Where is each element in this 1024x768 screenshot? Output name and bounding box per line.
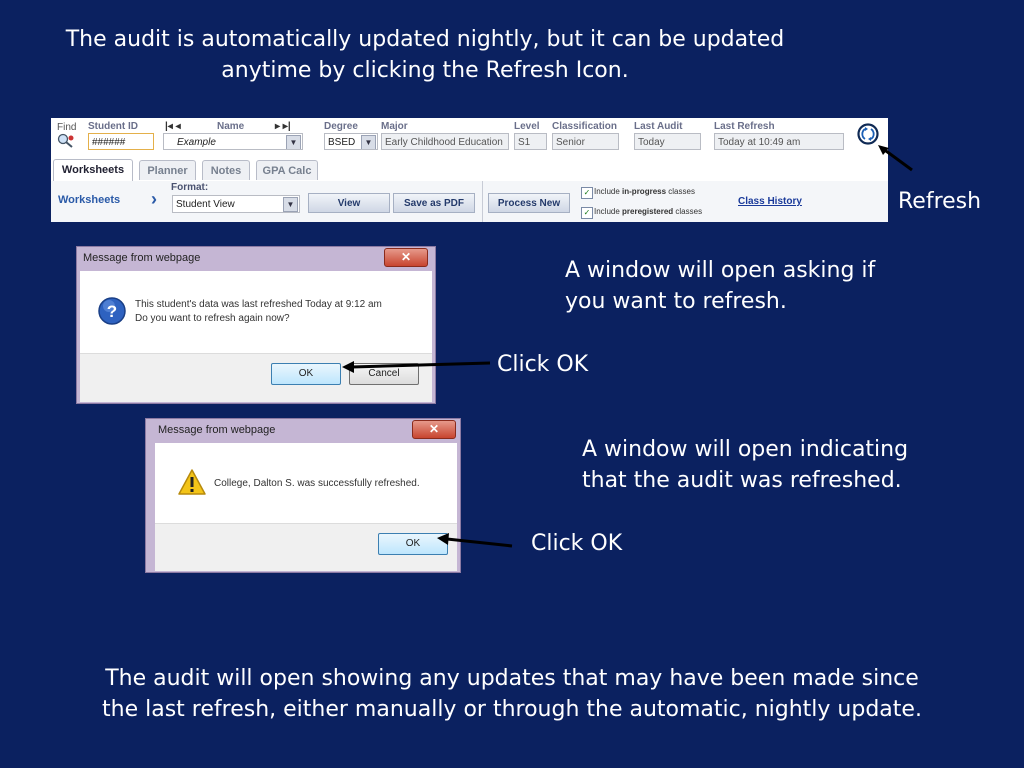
classes-text: classes: [675, 207, 703, 216]
class-history-link[interactable]: Class History: [738, 196, 802, 207]
level-field: S1: [514, 133, 547, 150]
worksheets-link[interactable]: Worksheets: [58, 194, 120, 206]
last-refresh-field: Today at 10:49 am: [714, 133, 844, 150]
format-label: Format:: [171, 182, 209, 193]
major-label: Major: [381, 121, 408, 132]
dialog-footer: OK: [155, 523, 457, 571]
tab-bar: Worksheets Planner Notes GPA Calc: [51, 159, 888, 182]
format-value: Student View: [176, 199, 235, 210]
preregistered-checkbox[interactable]: ✓: [581, 207, 593, 219]
note-1-line-1: A window will open asking if: [565, 258, 876, 283]
classes-text: classes: [668, 187, 695, 196]
worksheet-controls: Worksheets › Format: Student View ▼ View…: [51, 181, 888, 222]
classification-label: Classification: [552, 121, 618, 132]
question-icon: ?: [97, 296, 127, 326]
ok-button[interactable]: OK: [271, 363, 341, 385]
dialog-message-line-1: This student's data was last refreshed T…: [135, 299, 382, 310]
in-progress-checkbox[interactable]: ✓: [581, 187, 593, 199]
slide-heading: The audit is automatically updated night…: [40, 24, 810, 86]
include-text: Include: [594, 207, 620, 216]
tab-worksheets[interactable]: Worksheets: [53, 159, 133, 181]
chevron-down-icon: ▼: [286, 135, 301, 149]
close-icon[interactable]: ✕: [412, 420, 456, 439]
dialog-message: College, Dalton S. was successfully refr…: [214, 478, 420, 489]
heading-line-1: The audit is automatically updated night…: [65, 27, 785, 52]
classification-field: Senior: [552, 133, 619, 150]
note-refresh-prompt: A window will open asking if you want to…: [565, 255, 875, 317]
tab-notes[interactable]: Notes: [202, 160, 250, 180]
name-value: Example: [177, 137, 216, 148]
last-refresh-label: Last Refresh: [714, 121, 775, 132]
footer-line-2: the last refresh, either manually or thr…: [102, 697, 922, 722]
first-record-icon[interactable]: |◂ ◂: [165, 121, 181, 132]
footer-line-1: The audit will open showing any updates …: [105, 666, 919, 691]
chevron-down-icon: ▼: [361, 135, 376, 149]
dialog-title: Message from webpage: [83, 252, 201, 264]
refresh-pointer-arrow: [878, 145, 913, 172]
click-ok-caption-1: Click OK: [497, 352, 589, 377]
dialog-body: ? This student's data was last refreshed…: [80, 271, 432, 353]
major-field: Early Childhood Education: [381, 133, 509, 150]
last-record-icon[interactable]: ▸ ▸|: [275, 121, 291, 132]
chevron-down-icon: ▼: [283, 197, 298, 212]
close-icon[interactable]: ✕: [384, 248, 428, 267]
note-2-line-1: A window will open indicating: [582, 437, 909, 462]
refresh-success-dialog: Message from webpage ✕ College, Dalton S…: [145, 418, 461, 573]
note-2-line-2: that the audit was refreshed.: [582, 468, 902, 493]
format-select[interactable]: Student View ▼: [172, 195, 300, 213]
name-label: Name: [217, 121, 245, 132]
refresh-confirm-dialog: Message from webpage ✕ ? This student's …: [76, 246, 436, 404]
save-as-pdf-button[interactable]: Save as PDF: [393, 193, 475, 213]
in-progress-option: Include in-progress classes: [594, 187, 695, 196]
find-icon[interactable]: [57, 133, 75, 149]
degree-select[interactable]: BSED ▼: [324, 133, 378, 150]
ok-pointer-arrow-1: [342, 361, 491, 373]
note-1-line-2: you want to refresh.: [565, 289, 787, 314]
tab-gpa-calc[interactable]: GPA Calc: [256, 160, 318, 180]
last-audit-field: Today: [634, 133, 701, 150]
heading-line-2: anytime by clicking the Refresh Icon.: [221, 58, 629, 83]
dialog-title: Message from webpage: [158, 424, 276, 436]
chevron-right-icon: ›: [151, 189, 157, 209]
tab-planner[interactable]: Planner: [139, 160, 196, 180]
toolbar-divider: [482, 181, 483, 222]
svg-text:?: ?: [107, 302, 117, 321]
level-label: Level: [514, 121, 540, 132]
note-refresh-complete: A window will open indicating that the a…: [582, 434, 908, 496]
audit-toolbar: Find Student ID ###### |◂ ◂ Name ▸ ▸| Ex…: [51, 118, 888, 222]
process-new-button[interactable]: Process New: [488, 193, 570, 213]
click-ok-caption-2: Click OK: [531, 531, 623, 556]
in-progress-text: in-progress: [622, 187, 667, 196]
slide-footer-text: The audit will open showing any updates …: [40, 663, 984, 725]
warning-icon: [177, 468, 207, 496]
ok-pointer-arrow-2: [437, 533, 513, 548]
view-button[interactable]: View: [308, 193, 390, 213]
find-label: Find: [57, 122, 77, 133]
dialog-body: College, Dalton S. was successfully refr…: [155, 443, 457, 523]
degree-label: Degree: [324, 121, 358, 132]
dialog-message-line-2: Do you want to refresh again now?: [135, 313, 290, 324]
name-select[interactable]: Example ▼: [163, 133, 303, 150]
preregistered-text: preregistered: [622, 207, 674, 216]
last-audit-label: Last Audit: [634, 121, 683, 132]
student-id-input[interactable]: ######: [88, 133, 154, 150]
refresh-caption: Refresh: [898, 189, 982, 214]
student-id-label: Student ID: [88, 121, 138, 132]
degree-value: BSED: [328, 137, 356, 148]
preregistered-option: Include preregistered classes: [594, 207, 702, 216]
include-text: Include: [594, 187, 620, 196]
